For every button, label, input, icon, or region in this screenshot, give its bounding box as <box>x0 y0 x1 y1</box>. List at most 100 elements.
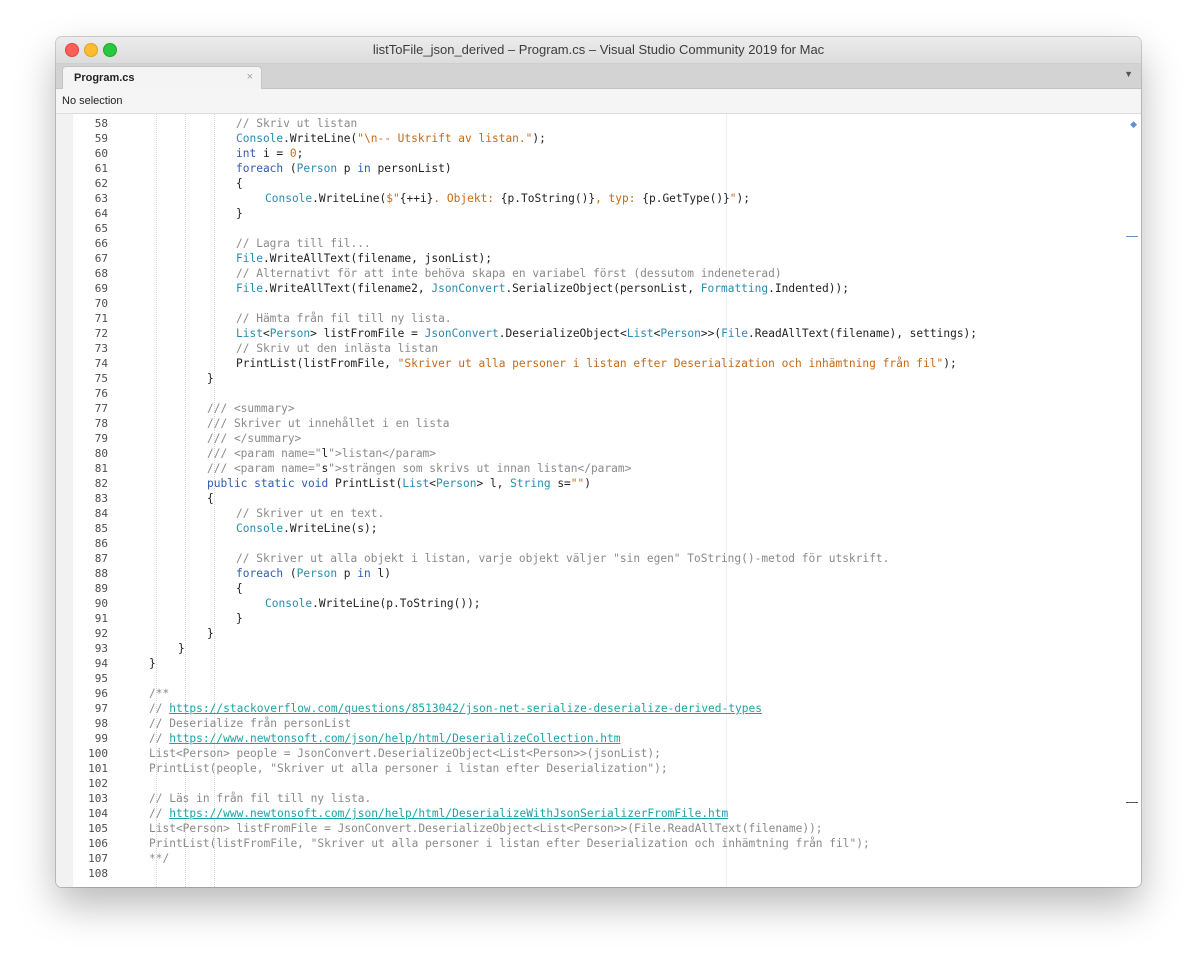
line-number: 94 <box>94 657 108 670</box>
line-number: 81 <box>94 462 108 475</box>
line-number: 107 <box>88 852 108 865</box>
code-line[interactable]: 104 // https://www.newtonsoft.com/json/he… <box>56 806 1141 821</box>
tab-program-cs[interactable]: Program.cs × <box>62 66 262 89</box>
code-line[interactable]: 105 List<Person> listFromFile = JsonConve… <box>56 821 1141 836</box>
code-line[interactable]: 71 // Hämta från fil till ny lista. <box>56 311 1141 326</box>
code-editor[interactable]: 58// Skriv ut listan 59 Console.WriteLine(… <box>56 114 1141 887</box>
code-token: $" <box>386 192 400 205</box>
code-line[interactable]: 96 /** <box>56 686 1141 701</box>
code-line[interactable]: 83 { <box>56 491 1141 506</box>
code-line[interactable]: 87 // Skriver ut alla objekt i listan, va… <box>56 551 1141 566</box>
code-text: Console.WriteLine("\n-- Utskrift av list… <box>236 131 546 146</box>
code-line[interactable]: 95 <box>56 671 1141 686</box>
code-line[interactable]: 89 { <box>56 581 1141 596</box>
code-line[interactable]: 76 <box>56 386 1141 401</box>
code-line[interactable]: 69 File.WriteAllText(filename2, JsonConve… <box>56 281 1141 296</box>
code-text: { <box>236 581 243 596</box>
code-line[interactable]: 107 **/ <box>56 851 1141 866</box>
code-line[interactable]: 61 foreach (Person p in personList) <box>56 161 1141 176</box>
code-line[interactable]: 91} <box>56 611 1141 626</box>
code-line[interactable]: 58 // Skriv ut listan <box>56 116 1141 131</box>
code-token: File <box>721 327 749 340</box>
code-token: foreach <box>236 162 284 175</box>
code-text: // https://stackoverflow.com/questions/8… <box>149 701 762 716</box>
code-token: /** <box>149 687 170 700</box>
code-token: // Skriv ut den inlästa listan <box>236 342 439 355</box>
code-line[interactable]: 75} <box>56 371 1141 386</box>
code-line[interactable]: 80 /// <param name="l">listan</param> <box>56 446 1141 461</box>
code-line[interactable]: 85 Console.WriteLine(s); <box>56 521 1141 536</box>
code-text: /// <summary> <box>207 401 295 416</box>
code-token: 0 <box>289 147 297 160</box>
code-line[interactable]: 64} <box>56 206 1141 221</box>
code-token: { <box>236 177 243 190</box>
code-line[interactable]: 68 // Alternativt för att inte behöva ska… <box>56 266 1141 281</box>
code-token: .WriteLine(s); <box>283 522 378 535</box>
breadcrumb[interactable]: No selection <box>56 89 1141 114</box>
code-line[interactable]: 74 PrintList(listFromFile, "Skriver ut al… <box>56 356 1141 371</box>
code-line[interactable]: 92} <box>56 626 1141 641</box>
code-line[interactable]: 101 PrintList(people, "Skriver ut alla pe… <box>56 761 1141 776</box>
code-line[interactable]: 98 // Deserialize från personList <box>56 716 1141 731</box>
code-line[interactable]: 72 List<Person> listFromFile = JsonConver… <box>56 326 1141 341</box>
code-line[interactable]: 102 <box>56 776 1141 791</box>
code-text: } <box>207 626 214 641</box>
code-line[interactable]: 93} <box>56 641 1141 656</box>
code-line[interactable]: 100 List<Person> people = JsonConvert.Des… <box>56 746 1141 761</box>
code-line[interactable]: 86 <box>56 536 1141 551</box>
line-number: 77 <box>94 402 108 415</box>
code-link[interactable]: https://stackoverflow.com/questions/8513… <box>169 702 762 715</box>
code-text: PrintList(listFromFile, "Skriver ut alla… <box>149 836 870 851</box>
code-token: in <box>357 162 371 175</box>
line-number: 85 <box>94 522 108 535</box>
code-line[interactable]: 97 // https://stackoverflow.com/questions… <box>56 701 1141 716</box>
line-number: 91 <box>94 612 108 625</box>
line-number: 97 <box>94 702 108 715</box>
code-link[interactable]: https://www.newtonsoft.com/json/help/htm… <box>169 807 728 820</box>
code-line[interactable]: 65 <box>56 221 1141 236</box>
document-tab-bar: Program.cs × ▼ <box>56 64 1141 89</box>
title-bar: listToFile_json_derived – Program.cs – V… <box>56 37 1141 64</box>
code-lines[interactable]: 58// Skriv ut listan 59 Console.WriteLine(… <box>56 116 1141 881</box>
code-line[interactable]: 77 /// <summary> <box>56 401 1141 416</box>
code-line[interactable]: 66 // Lagra till fil... <box>56 236 1141 251</box>
code-line[interactable]: 79 /// </summary> <box>56 431 1141 446</box>
code-token: .WriteAllText(filename, jsonList); <box>262 252 492 265</box>
code-text: // https://www.newtonsoft.com/json/help/… <box>149 731 621 746</box>
code-token: > listFromFile = <box>310 327 425 340</box>
code-line[interactable]: 59 Console.WriteLine("\n-- Utskrift av li… <box>56 131 1141 146</box>
code-line[interactable]: 73 // Skriv ut den inlästa listan <box>56 341 1141 356</box>
code-token: JsonConvert <box>424 327 499 340</box>
code-token: > l, <box>476 477 511 490</box>
breadcrumb-label: No selection <box>62 95 123 107</box>
code-line[interactable]: 70 <box>56 296 1141 311</box>
code-line[interactable]: 103 // Läs in från fil till ny lista. <box>56 791 1141 806</box>
code-token: ); <box>943 357 957 370</box>
code-token: // <box>149 732 170 745</box>
code-line[interactable]: 82 public static void PrintList(List<Pers… <box>56 476 1141 491</box>
code-line[interactable]: 81 /// <param name="s">strängen som skriv… <box>56 461 1141 476</box>
code-line[interactable]: 62 { <box>56 176 1141 191</box>
code-line[interactable]: 94} <box>56 656 1141 671</box>
code-line[interactable]: 90 Console.WriteLine(p.ToString()); <box>56 596 1141 611</box>
code-token: .ReadAllText(filename), settings); <box>748 327 978 340</box>
line-number: 90 <box>94 597 108 610</box>
overview-ruler-marker <box>1126 236 1138 237</box>
code-line[interactable]: 78 /// Skriver ut innehållet i en lista <box>56 416 1141 431</box>
code-token: personList) <box>370 162 452 175</box>
code-line[interactable]: 108 <box>56 866 1141 881</box>
code-line[interactable]: 60 int i = 0; <box>56 146 1141 161</box>
code-line[interactable]: 67 File.WriteAllText(filename, jsonList); <box>56 251 1141 266</box>
code-token: .Indented)); <box>768 282 849 295</box>
tab-list-dropdown-icon[interactable]: ▼ <box>1124 69 1133 79</box>
code-link[interactable]: https://www.newtonsoft.com/json/help/htm… <box>169 732 620 745</box>
code-line[interactable]: 63 Console.WriteLine($"{++i}. Objekt: {p.… <box>56 191 1141 206</box>
bookmark-diamond-icon[interactable]: ◆ <box>1130 119 1137 130</box>
code-line[interactable]: 84 // Skriver ut en text. <box>56 506 1141 521</box>
code-token: File <box>236 252 263 265</box>
line-number: 78 <box>94 417 108 430</box>
code-line[interactable]: 88 foreach (Person p in l) <box>56 566 1141 581</box>
code-line[interactable]: 99 // https://www.newtonsoft.com/json/hel… <box>56 731 1141 746</box>
code-line[interactable]: 106 PrintList(listFromFile, "Skriver ut a… <box>56 836 1141 851</box>
close-tab-icon[interactable]: × <box>247 71 253 83</box>
